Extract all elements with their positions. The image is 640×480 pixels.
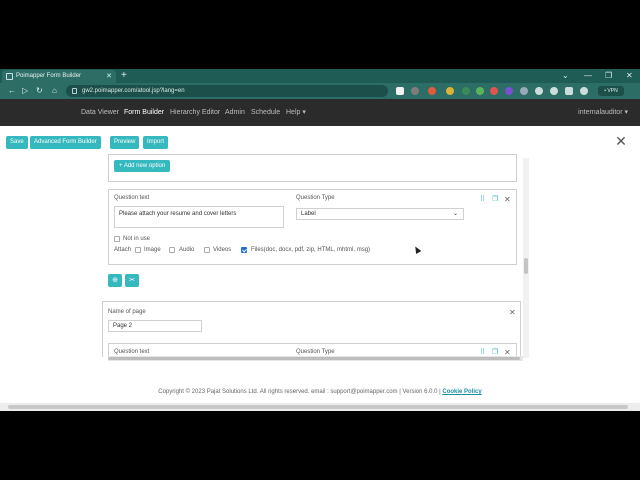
cut-icon[interactable]: ✂: [125, 274, 139, 287]
attach-files-checkbox[interactable]: [241, 247, 247, 253]
attach-videos-checkbox[interactable]: [204, 247, 210, 253]
favicon-icon: [6, 73, 13, 80]
question-type-label: Question Type: [296, 195, 335, 201]
extension-icon[interactable]: [490, 87, 498, 95]
question-card: Question text Please attach your resume …: [108, 189, 517, 265]
browser-tab[interactable]: Poimapper Form Builder ✕: [2, 70, 116, 83]
reload-icon[interactable]: ↻: [36, 83, 43, 99]
page-horizontal-scrollbar[interactable]: [0, 403, 640, 411]
maximize-icon[interactable]: ❐: [605, 69, 612, 83]
question-text-label-2: Question text: [114, 349, 150, 355]
attach-image-label: Image: [144, 247, 161, 253]
page-name-input[interactable]: Page 2: [108, 320, 202, 332]
screen: Poimapper Form Builder ✕ + ⌄ — ❐ ✕ ← ▷ ↻…: [0, 0, 640, 480]
vpn-button[interactable]: • VPN: [598, 86, 624, 96]
tab-search-icon[interactable]: ⌄: [562, 69, 569, 83]
attach-videos-label: Videos: [213, 247, 232, 253]
add-question-button[interactable]: ⊕: [108, 274, 122, 287]
extension-icon[interactable]: [520, 87, 528, 95]
sidebar-icon[interactable]: [565, 87, 573, 95]
question-text-input[interactable]: Please attach your resume and cover lett…: [114, 206, 284, 228]
attach-image-checkbox[interactable]: [135, 247, 141, 253]
vertical-scrollbar-thumb[interactable]: [524, 258, 528, 274]
menu-icon[interactable]: [580, 87, 588, 95]
tab-strip: Poimapper Form Builder ✕ + ⌄ — ❐ ✕: [0, 69, 640, 83]
preview-button[interactable]: Preview: [110, 136, 140, 149]
extension-icon[interactable]: [411, 87, 419, 95]
import-button[interactable]: Import: [143, 136, 169, 149]
horizontal-scrollbar-thumb[interactable]: [108, 357, 520, 360]
attach-audio-label: Audio: [179, 247, 195, 253]
nav-hierarchy-editor[interactable]: Hierarchy Editor: [170, 99, 220, 126]
nav-help[interactable]: Help ▾: [286, 99, 306, 126]
back-icon[interactable]: ←: [8, 83, 16, 99]
delete-question-icon[interactable]: ✕: [504, 196, 511, 204]
user-menu[interactable]: internalauditor ▾: [578, 99, 628, 126]
not-in-use-checkbox[interactable]: [114, 236, 120, 242]
options-card: + Add new option: [108, 154, 517, 182]
extension-icon[interactable]: [462, 87, 470, 95]
question-type-select[interactable]: Label ⌄: [296, 208, 464, 220]
url-text: gw2.poimapper.com/atool.jsp?lang=en: [82, 88, 185, 94]
tab-title: Poimapper Form Builder: [16, 73, 82, 79]
extension-icon[interactable]: [476, 87, 484, 95]
question-type-label-2: Question Type: [296, 349, 335, 355]
address-bar-row: ← ▷ ↻ ⌂ gw2.poimapper.com/atool.jsp?lang…: [0, 83, 640, 99]
extension-icon[interactable]: [446, 87, 454, 95]
question-type-value: Label: [301, 211, 316, 217]
attach-label: Attach: [114, 247, 132, 253]
minimize-icon[interactable]: —: [584, 69, 592, 83]
close-window-icon[interactable]: ✕: [626, 69, 633, 83]
page-section: Name of page Page 2 ✕ Question text Ques…: [102, 301, 521, 359]
extension-icon[interactable]: [505, 87, 513, 95]
new-tab-button[interactable]: +: [121, 69, 127, 83]
copy-icon[interactable]: ❐: [492, 196, 498, 204]
url-field[interactable]: gw2.poimapper.com/atool.jsp?lang=en: [66, 85, 388, 97]
nav-form-builder[interactable]: Form Builder: [124, 99, 164, 126]
advanced-form-builder-button[interactable]: Advanced Form Builder: [30, 136, 101, 149]
not-in-use-label: Not in use: [123, 236, 151, 242]
horizontal-scrollbar[interactable]: [108, 356, 523, 361]
delete-page-icon[interactable]: ✕: [509, 309, 516, 317]
lock-icon: [72, 88, 77, 94]
drag-handle-icon[interactable]: ⠿: [480, 196, 485, 204]
page-horizontal-scrollbar-thumb[interactable]: [8, 405, 628, 409]
footer-text: Copyright © 2023 Pajat Solutions Ltd. Al…: [158, 389, 441, 395]
extension-icon[interactable]: [428, 87, 436, 95]
attach-audio-checkbox[interactable]: [169, 247, 175, 253]
footer: Copyright © 2023 Pajat Solutions Ltd. Al…: [0, 385, 640, 399]
page-name-label: Name of page: [108, 309, 146, 315]
close-icon[interactable]: ✕: [614, 134, 628, 148]
attach-files-label: Files(doc, docx, pdf, zip, HTML, mhtml, …: [251, 247, 371, 253]
save-button[interactable]: Save: [6, 136, 28, 149]
puzzle-icon[interactable]: [535, 87, 543, 95]
nav-schedule[interactable]: Schedule: [251, 99, 280, 126]
question-text-label: Question text: [114, 195, 150, 201]
home-icon[interactable]: ⌂: [52, 83, 57, 99]
close-tab-icon[interactable]: ✕: [106, 70, 112, 83]
nav-data-viewer[interactable]: Data Viewer: [81, 99, 119, 126]
brave-shield-icon[interactable]: [396, 87, 404, 95]
browser-window: Poimapper Form Builder ✕ + ⌄ — ❐ ✕ ← ▷ ↻…: [0, 69, 640, 411]
forward-icon[interactable]: ▷: [22, 83, 28, 99]
download-icon[interactable]: [550, 87, 558, 95]
vertical-scrollbar[interactable]: [523, 158, 529, 358]
chevron-down-icon: ⌄: [452, 211, 458, 217]
cookie-policy-link[interactable]: Cookie Policy: [442, 389, 481, 395]
app-nav: Data Viewer Form Builder Hierarchy Edito…: [0, 99, 640, 126]
add-option-button[interactable]: + Add new option: [114, 160, 171, 172]
nav-admin[interactable]: Admin: [225, 99, 245, 126]
